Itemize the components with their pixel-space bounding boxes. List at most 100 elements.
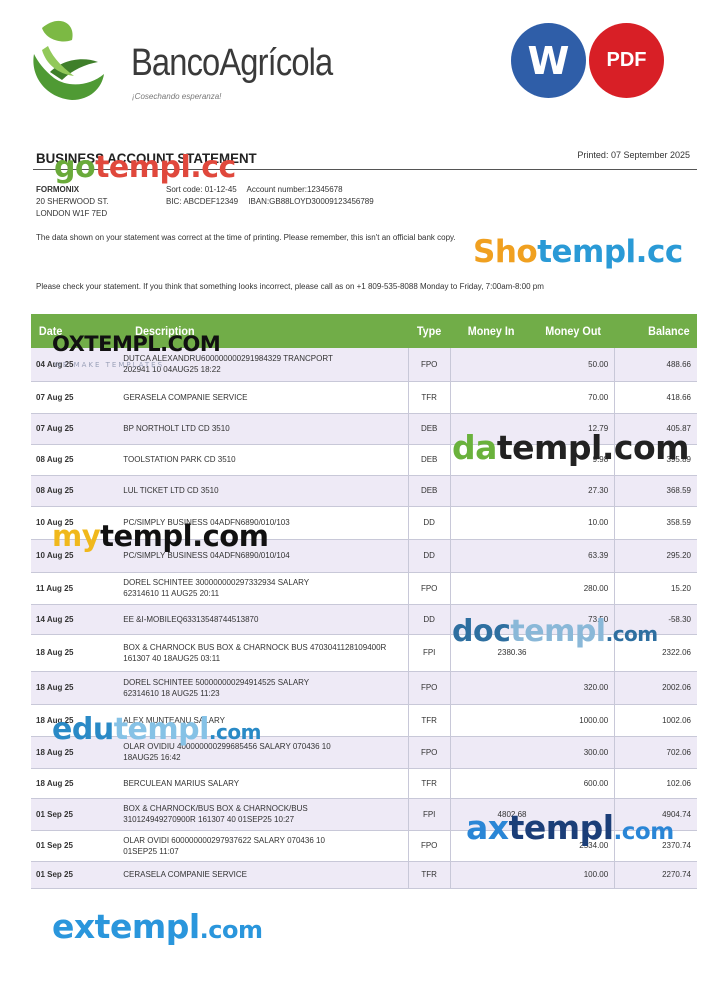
description-cell: DOREL SCHINTEE 500000000294914525 SALARY… [117,671,409,705]
account-details: Sort code: 01-12-45 Account number:12345… [166,184,374,208]
balance-cell: 102.06 [614,768,697,799]
type-cell: FPO [407,830,451,862]
date-cell: 08 Aug 25 [31,444,118,476]
description-cell: EE &I-MOBILEQ63313548744513870 [117,604,409,635]
money-in-cell [450,539,533,573]
watermark-datempl: datempl.com [452,428,690,467]
description-cell: BOX & CHARNOCK/BUS BOX & CHARNOCK/BUS 310… [117,798,409,831]
description-line: BOX & CHARNOCK/BUS BOX & CHARNOCK/BUS [123,804,308,813]
description-line: DOREL SCHINTEE 300000000297332934 SALARY [123,578,310,587]
description-cell: TOOLSTATION PARK CD 3510 [117,444,409,476]
col-money-in: Money In [467,324,515,338]
date-cell: 01 Sep 25 [31,861,118,889]
accuracy-note: The data shown on your statement was cor… [36,233,456,242]
money-in-cell [450,768,533,799]
money-in-cell [450,704,533,737]
type-cell: TFR [407,768,451,799]
money-out-cell: 50.00 [532,348,615,382]
date-cell: 07 Aug 25 [31,381,118,414]
bank-logo: BancoAgrícola ¡Cosechando esperanza! [28,14,333,104]
balance-cell: 1002.06 [614,704,697,737]
col-balance: Balance [647,324,690,338]
description-cell: BOX & CHARNOCK BUS BOX & CHARNOCK BUS 47… [117,634,409,672]
money-out-cell: 280.00 [532,572,615,605]
money-out-cell: 1000.00 [532,704,615,737]
date-cell: 01 Sep 25 [31,798,118,831]
description-line: BERCULEAN MARIUS SALARY [123,778,240,788]
customer-name: FORMONIX [36,185,80,194]
type-cell: DD [407,506,451,540]
money-out-cell: 100.00 [532,861,615,889]
bic-code: BIC: ABCDEF12349 [166,197,239,206]
word-format-badge[interactable]: W [511,23,586,98]
description-line: TOOLSTATION PARK CD 3510 [123,455,236,464]
money-in-cell [450,381,533,414]
balance-cell: 418.66 [614,381,697,414]
watermark-edutempl: edutempl.com [52,712,261,747]
date-cell: 08 Aug 25 [31,475,118,507]
watermark-gotempl: gotempl.cc [54,150,236,185]
description-line: CERASELA COMPANIE SERVICE [123,870,247,879]
money-in-cell [450,572,533,605]
watermark-oxtempl-sub: WE MAKE TEMPLATES [54,361,165,369]
watermark-axtempl: axtempl.com [466,808,674,847]
date-cell: 07 Aug 25 [31,413,118,445]
type-cell: TFR [407,861,451,889]
type-cell: DEB [407,475,451,507]
table-row: 07 Aug 25 GERASELA COMPANIE SERVICE TFR 70.… [31,381,697,414]
table-row: 11 Aug 25 DOREL SCHINTEE 3000000002973329… [31,572,697,605]
type-cell: DD [407,604,451,635]
type-cell: FPO [407,736,451,769]
date-cell: 01 Sep 25 [31,830,118,862]
col-type: Type [416,324,442,338]
watermark-oxtempl: OXTEMPL.COM [52,332,221,356]
iban-code: IBAN:GB88LOYD30009123456789 [248,197,374,206]
balance-cell: 488.66 [614,348,697,382]
date-cell: 18 Aug 25 [31,671,118,705]
leaf-logo-icon [33,20,105,100]
money-out-cell: 320.00 [532,671,615,705]
description-cell: CERASELA COMPANIE SERVICE [117,861,409,889]
check-note: Please check your statement. If you thin… [36,282,544,291]
type-cell: FPI [407,634,451,672]
bank-tagline: ¡Cosechando esperanza! [132,92,222,101]
printed-date: Printed: 07 September 2025 [577,150,690,160]
pdf-format-badge[interactable]: PDF [589,23,664,98]
type-cell: DD [407,539,451,573]
date-cell: 18 Aug 25 [31,768,118,799]
balance-cell: 368.59 [614,475,697,507]
type-cell: TFR [407,381,451,414]
sort-code: Sort code: 01-12-45 [166,185,237,194]
description-line: 202941 10 04AUG25 18:22 [123,365,221,375]
money-out-cell: 600.00 [532,768,615,799]
money-out-cell: 63.39 [532,539,615,573]
description-line: 62314610 18 AUG25 11:23 [123,688,220,698]
description-line: 310124949270900R 161307 40 01SEP25 10:27 [123,815,295,824]
date-cell: 11 Aug 25 [31,572,118,605]
balance-cell: 702.06 [614,736,697,769]
description-line: OLAR OVIDI 600000000297937622 SALARY 070… [123,835,325,845]
description-cell: LUL TICKET LTD CD 3510 [117,475,409,507]
account-number: Account number:12345678 [246,185,343,194]
money-in-cell [450,671,533,705]
description-line: GERASELA COMPANIE SERVICE [123,392,248,402]
description-line: BP NORTHOLT LTD CD 3510 [123,424,230,433]
description-cell: GERASELA COMPANIE SERVICE [117,381,409,414]
description-line: LUL TICKET LTD CD 3510 [123,486,219,495]
balance-cell: 2270.74 [614,861,697,889]
description-line: 161307 40 18AUG25 03:11 [123,653,221,663]
description-line: EE &I-MOBILEQ63313548744513870 [123,614,259,624]
address-line: 20 SHERWOOD ST. [36,197,109,206]
description-line: 62314610 11 AUG25 20:11 [123,589,220,598]
balance-cell: 2002.06 [614,671,697,705]
watermark-shotempl: Shotempl.cc [473,234,683,270]
description-cell: DOREL SCHINTEE 300000000297332934 SALARY… [117,572,409,605]
balance-cell: 295.20 [614,539,697,573]
balance-cell: 358.59 [614,506,697,540]
money-out-cell: 10.00 [532,506,615,540]
description-line: 01SEP25 11:07 [123,846,179,856]
balance-cell: 15.20 [614,572,697,605]
date-cell: 14 Aug 25 [31,604,118,635]
description-line: DOREL SCHINTEE 500000000294914525 SALARY [123,677,310,687]
date-cell: 18 Aug 25 [31,634,118,672]
